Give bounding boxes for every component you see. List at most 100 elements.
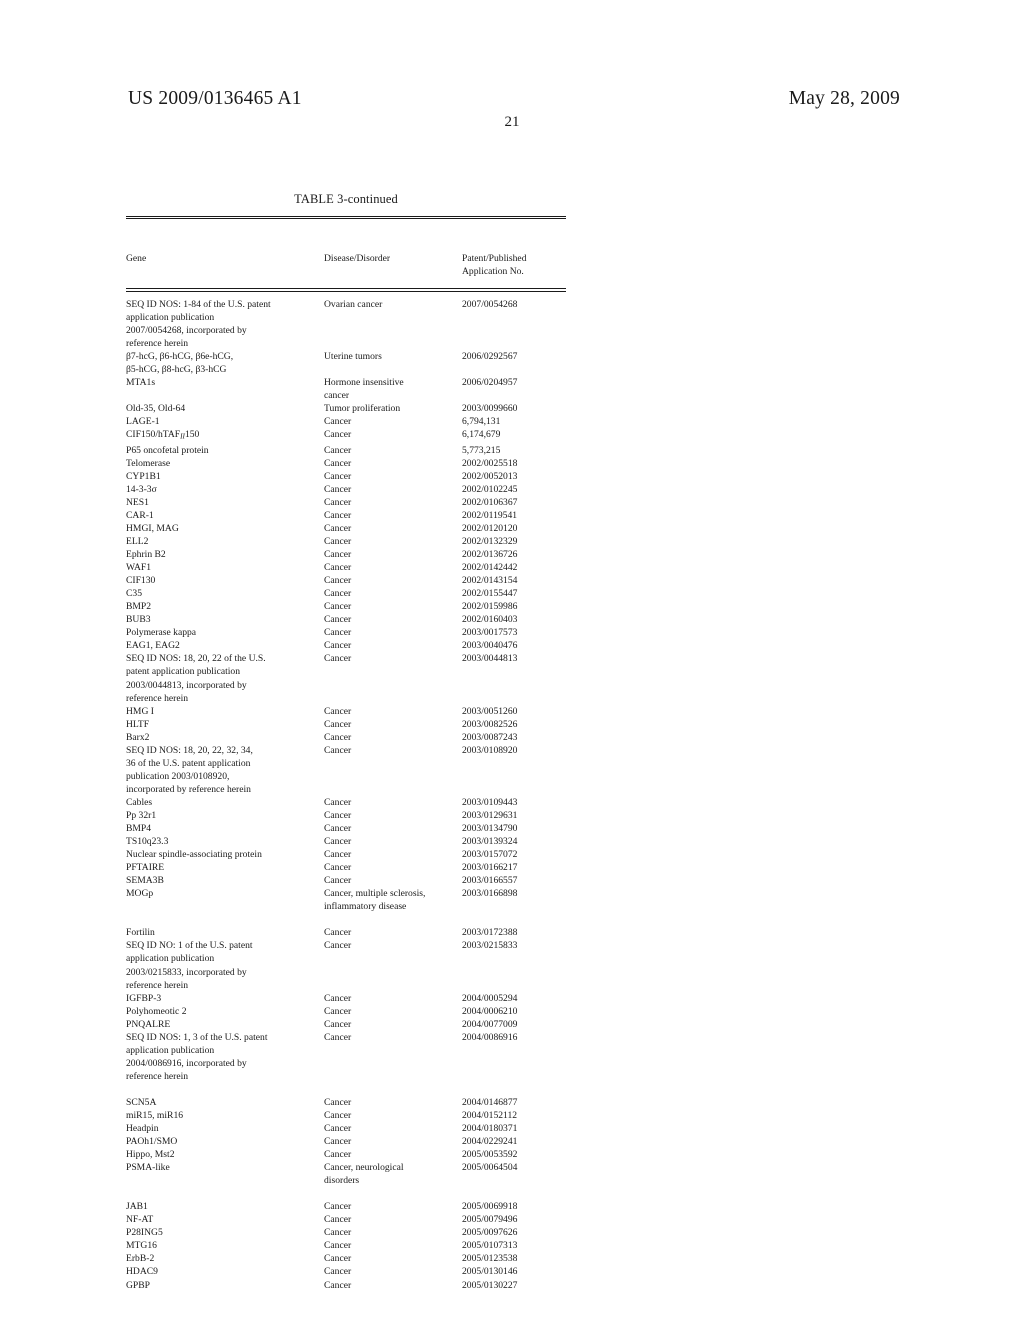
table-row: SEQ ID NOS: 18, 20, 22, 32, 34, 36 of th…: [126, 744, 566, 796]
cell-disease: Cancer: [324, 496, 352, 508]
cell-disease: Uterine tumors: [324, 350, 382, 362]
table-row: C35 Cancer 2002/0155447: [126, 587, 566, 600]
cell-gene: HLTF: [126, 718, 150, 730]
cell-disease: Cancer: [324, 522, 352, 534]
row-spacer: [126, 913, 566, 926]
table-caption: TABLE 3-continued: [294, 192, 398, 206]
cell-application: 2002/0025518: [462, 457, 518, 469]
cell-gene: HMG I: [126, 705, 154, 717]
table-row: GPBP Cancer 2005/0130227: [126, 1279, 566, 1292]
publication-date: May 28, 2009: [788, 88, 900, 109]
table-row: Old-35, Old-64 Tumor proliferation 2003/00…: [126, 402, 566, 415]
cell-application: 2003/0099660: [462, 402, 518, 414]
cell-application: 2003/0139324: [462, 836, 518, 848]
cell-disease: Cancer: [324, 1240, 352, 1252]
cell-gene: WAF1: [126, 562, 152, 574]
table-row: CYP1B1 Cancer 2002/0052013: [126, 470, 566, 483]
cell-gene: Pp 32r1: [126, 809, 157, 821]
column-header-disease: Disease/Disorder: [324, 253, 391, 265]
table-row: miR15, miR16 Cancer 2004/0152112: [126, 1109, 566, 1122]
table-row: HDAC9 Cancer 2005/0130146: [126, 1265, 566, 1278]
cell-application: 2006/0292567: [462, 350, 518, 362]
cell-gene: Old-35, Old-64: [126, 402, 186, 414]
cell-disease: Hormone insensitive cancer: [324, 376, 404, 401]
table-row: PFTAIRE Cancer 2003/0166217: [126, 861, 566, 874]
cell-application: 2004/0229241: [462, 1136, 518, 1148]
cell-disease: Ovarian cancer: [324, 298, 383, 310]
cell-gene: Headpin: [126, 1123, 159, 1135]
cell-application: 2004/0005294: [462, 992, 518, 1004]
cell-application: 2004/0152112: [462, 1109, 518, 1121]
table-row: SEQ ID NO: 1 of the U.S. patent applicat…: [126, 939, 566, 991]
cell-disease: Cancer: [324, 1149, 352, 1161]
cell-gene: HDAC9: [126, 1266, 158, 1278]
cell-disease: Cancer: [324, 509, 352, 521]
cell-disease: Cancer: [324, 1136, 352, 1148]
cell-disease: Cancer: [324, 940, 352, 952]
cell-application: 2003/0166898: [462, 888, 518, 900]
cell-disease: Cancer: [324, 444, 352, 456]
table-row: WAF1 Cancer 2002/0142442: [126, 561, 566, 574]
cell-gene: NES1: [126, 496, 149, 508]
cell-gene: Nuclear spindle-associating protein: [126, 849, 262, 861]
row-spacer-cell: [126, 913, 566, 926]
table-row: BMP2 Cancer 2002/0159986: [126, 600, 566, 613]
cell-application: 2002/0052013: [462, 470, 518, 482]
cell-gene: Fortilin: [126, 927, 155, 939]
cell-disease: Cancer: [324, 1266, 352, 1278]
cell-disease: Cancer: [324, 627, 352, 639]
cell-application: 2002/0142442: [462, 562, 518, 574]
cell-application: 2004/0086916: [462, 1031, 518, 1043]
table-row: P65 oncofetal protein Cancer 5,773,215: [126, 444, 566, 457]
cell-application: 2003/0166557: [462, 875, 518, 887]
cell-gene: NF-AT: [126, 1214, 154, 1226]
cell-application: 2005/0130227: [462, 1279, 518, 1291]
cell-application: 2003/0108920: [462, 744, 518, 756]
cell-application: 2003/0215833: [462, 940, 518, 952]
table-row: LAGE-1 Cancer 6,794,131: [126, 415, 566, 428]
cell-disease: Cancer: [324, 731, 352, 743]
table-row: β7-hcG, β6-hCG, β6e-hCG, β5-hCG, β8-hcG,…: [126, 350, 566, 376]
cell-application: 2003/0166217: [462, 862, 518, 874]
table-row: Fortilin Cancer 2003/0172388: [126, 926, 566, 939]
row-spacer: [126, 1187, 566, 1200]
cell-application: 2005/0079496: [462, 1214, 518, 1226]
cell-application: 2002/0155447: [462, 588, 518, 600]
cell-disease: Cancer: [324, 796, 352, 808]
cell-gene: miR15, miR16: [126, 1109, 184, 1121]
cell-gene: BUB3: [126, 614, 151, 626]
cell-application: 2005/0064504: [462, 1162, 518, 1174]
cell-application: 2005/0069918: [462, 1201, 518, 1213]
cell-application: 2003/0082526: [462, 718, 518, 730]
table-header-row: Gene Disease/Disorder Patent/Published Ap…: [126, 253, 566, 287]
cell-gene: SEQ ID NOS: 18, 20, 22, 32, 34, 36 of th…: [126, 744, 253, 795]
cell-gene: 14-3-3σ: [126, 483, 157, 495]
cell-gene: BMP4: [126, 823, 152, 835]
cell-application: 2003/0040476: [462, 640, 518, 652]
table-row: Nuclear spindle-associating protein Cance…: [126, 848, 566, 861]
cell-disease: Cancer: [324, 718, 352, 730]
table-row: ELL2 Cancer 2002/0132329: [126, 535, 566, 548]
cell-gene: SEQ ID NO: 1 of the U.S. patent applicat…: [126, 940, 253, 991]
table-row: EAG1, EAG2 Cancer 2003/0040476: [126, 639, 566, 652]
table-row: SEMA3B Cancer 2003/0166557: [126, 874, 566, 887]
row-spacer-cell: [126, 1083, 566, 1096]
cell-disease: Cancer: [324, 549, 352, 561]
cell-application: 2004/0006210: [462, 1005, 518, 1017]
cell-disease: Cancer: [324, 1279, 352, 1291]
cell-gene: CIF150/hTAFII150: [126, 429, 200, 441]
table-row: BUB3 Cancer 2002/0160403: [126, 613, 566, 626]
table-row: Headpin Cancer 2004/0180371: [126, 1122, 566, 1135]
cell-disease: Cancer: [324, 575, 352, 587]
table-row: SEQ ID NOS: 1, 3 of the U.S. patent appl…: [126, 1031, 566, 1083]
column-header-gene: Gene: [126, 253, 147, 265]
row-spacer-cell: [126, 1187, 566, 1200]
table-row: 14-3-3σ Cancer 2002/0102245: [126, 483, 566, 496]
cell-application: 2002/0159986: [462, 601, 518, 613]
cell-application: 2003/0051260: [462, 705, 518, 717]
cell-disease: Cancer: [324, 588, 352, 600]
cell-gene: Barx2: [126, 731, 150, 743]
cell-disease: Cancer: [324, 653, 352, 665]
cell-gene: Hippo, Mst2: [126, 1149, 175, 1161]
cell-disease: Cancer: [324, 562, 352, 574]
